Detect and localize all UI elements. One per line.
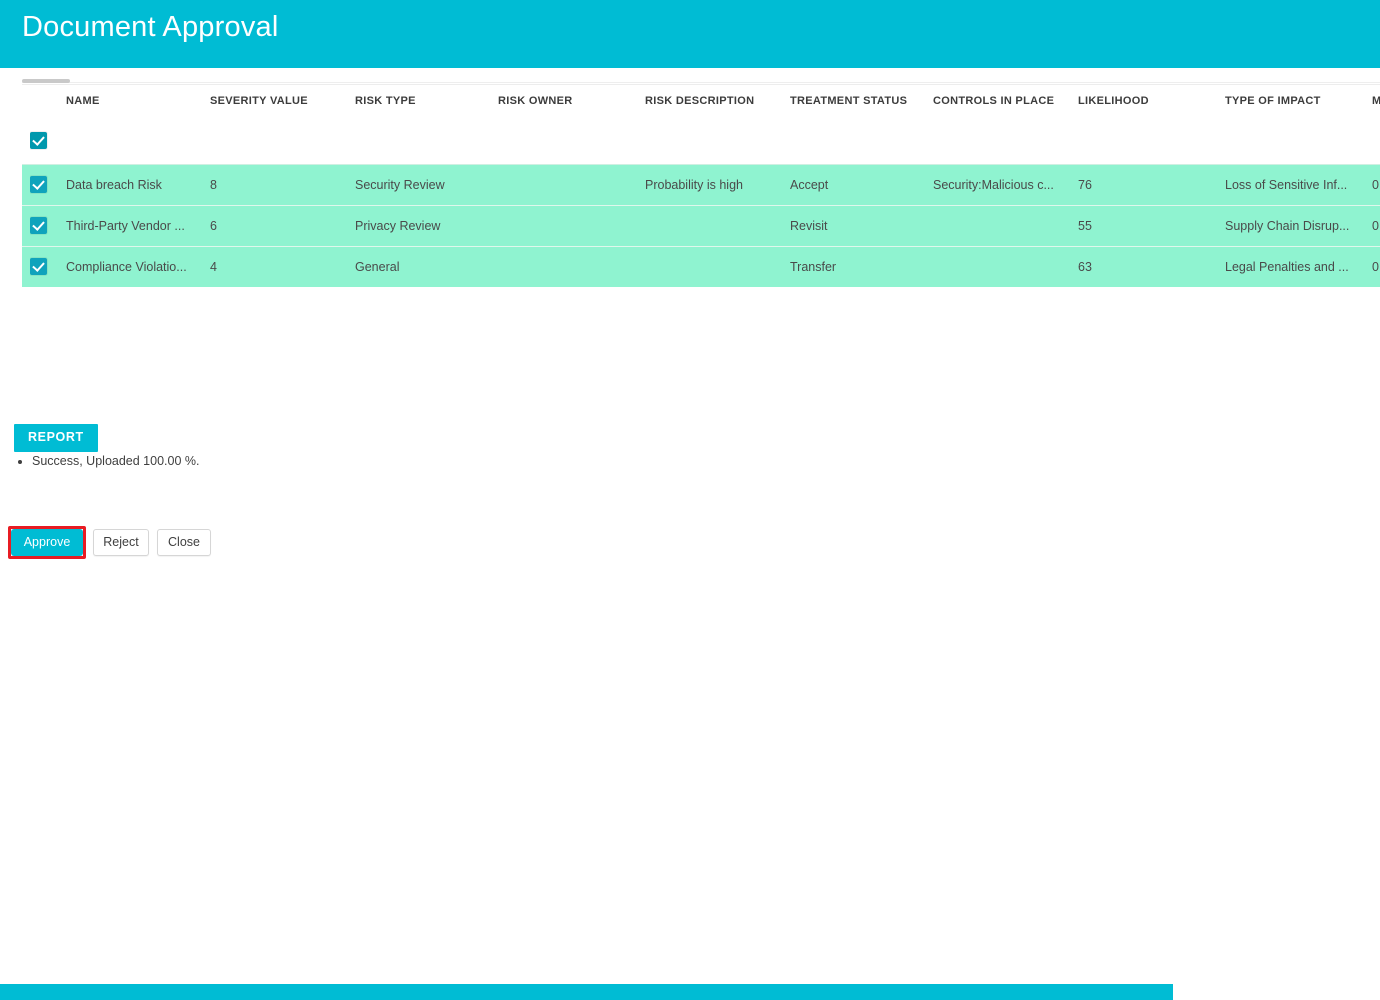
column-header-treatment-status[interactable]: TREATMENT STATUS bbox=[790, 85, 930, 116]
cell-risk-owner bbox=[498, 246, 640, 287]
horizontal-scrollbar-track[interactable] bbox=[22, 82, 1380, 83]
cell-name: Data breach Risk bbox=[66, 177, 162, 192]
table-row[interactable]: Third-Party Vendor ... 6 Privacy Review … bbox=[0, 205, 1380, 246]
cell-likelihood: 76 bbox=[1078, 177, 1092, 192]
column-header-truncated[interactable]: M bbox=[1372, 85, 1380, 116]
close-button[interactable]: Close bbox=[157, 529, 211, 556]
upload-progress-track bbox=[0, 492, 1380, 1000]
cell-risk-owner bbox=[498, 205, 640, 246]
cell-name: Compliance Violatio... bbox=[66, 259, 187, 274]
column-header-risk-description[interactable]: RISK DESCRIPTION bbox=[645, 85, 785, 116]
cell-risk-type: Privacy Review bbox=[355, 218, 441, 233]
cell-likelihood: 55 bbox=[1078, 218, 1092, 233]
cell-risk-type: Security Review bbox=[355, 177, 445, 192]
cell-treatment-status: Transfer bbox=[790, 259, 837, 274]
column-header-controls-in-place[interactable]: CONTROLS IN PLACE bbox=[933, 85, 1073, 116]
cell-controls-in-place bbox=[933, 205, 1073, 246]
cell-truncated: 0 bbox=[1372, 259, 1379, 274]
approve-button[interactable]: Approve bbox=[11, 529, 83, 556]
page-header: Document Approval bbox=[0, 0, 1380, 68]
cell-severity-value: 6 bbox=[210, 218, 217, 233]
column-header-risk-owner[interactable]: RISK OWNER bbox=[498, 85, 640, 116]
column-header-type-of-impact[interactable]: TYPE OF IMPACT bbox=[1225, 85, 1365, 116]
select-all-checkbox[interactable] bbox=[30, 131, 47, 149]
cell-controls-in-place bbox=[933, 246, 1073, 287]
row-checkbox[interactable] bbox=[30, 217, 47, 234]
page-title: Document Approval bbox=[22, 11, 279, 43]
cell-risk-description bbox=[645, 246, 785, 287]
select-all-checkbox-cell[interactable] bbox=[30, 116, 60, 164]
cell-truncated: 0 bbox=[1372, 218, 1379, 233]
reject-button[interactable]: Reject bbox=[93, 529, 149, 556]
column-header-name[interactable]: NAME bbox=[66, 85, 206, 116]
cell-name: Third-Party Vendor ... bbox=[66, 218, 185, 233]
table-row[interactable]: Data breach Risk 8 Security Review Proba… bbox=[0, 164, 1380, 205]
cell-risk-description bbox=[645, 205, 785, 246]
cell-severity-value: 8 bbox=[210, 177, 217, 192]
cell-truncated: 0 bbox=[1372, 177, 1379, 192]
cell-treatment-status: Revisit bbox=[790, 218, 828, 233]
row-checkbox[interactable] bbox=[30, 176, 47, 193]
row-checkbox[interactable] bbox=[30, 258, 47, 275]
cell-risk-owner bbox=[498, 164, 640, 205]
column-header-risk-type[interactable]: RISK TYPE bbox=[355, 85, 495, 116]
cell-type-of-impact: Legal Penalties and ... bbox=[1225, 259, 1349, 274]
report-button[interactable]: REPORT bbox=[14, 424, 98, 452]
cell-likelihood: 63 bbox=[1078, 259, 1092, 274]
footer-action-bar: Approve Reject Close bbox=[0, 521, 1380, 568]
row-checkbox-cell[interactable] bbox=[30, 246, 60, 287]
cell-risk-type: General bbox=[355, 259, 400, 274]
table-row[interactable]: Compliance Violatio... 4 General Transfe… bbox=[0, 246, 1380, 287]
grid-header-row: NAME SEVERITY VALUE RISK TYPE RISK OWNER… bbox=[0, 85, 1380, 116]
risk-data-grid: NAME SEVERITY VALUE RISK TYPE RISK OWNER… bbox=[0, 84, 1380, 296]
row-checkbox-cell[interactable] bbox=[30, 164, 60, 205]
cell-type-of-impact: Loss of Sensitive Inf... bbox=[1225, 177, 1348, 192]
cell-risk-description: Probability is high bbox=[645, 177, 743, 192]
column-header-likelihood[interactable]: LIKELIHOOD bbox=[1078, 85, 1218, 116]
grid-select-all-row bbox=[0, 116, 1380, 164]
row-checkbox-cell[interactable] bbox=[30, 205, 60, 246]
cell-controls-in-place: Security:Malicious c... bbox=[933, 177, 1054, 192]
cell-type-of-impact: Supply Chain Disrup... bbox=[1225, 218, 1350, 233]
upload-progress-fill bbox=[0, 984, 1173, 1000]
status-message: Success, Uploaded 100.00 %. bbox=[32, 452, 199, 470]
cell-treatment-status: Accept bbox=[790, 177, 829, 192]
upload-status-list: Success, Uploaded 100.00 %. bbox=[14, 452, 199, 470]
horizontal-scrollbar-thumb[interactable] bbox=[22, 79, 70, 83]
column-header-severity-value[interactable]: SEVERITY VALUE bbox=[210, 85, 350, 116]
cell-severity-value: 4 bbox=[210, 259, 217, 274]
